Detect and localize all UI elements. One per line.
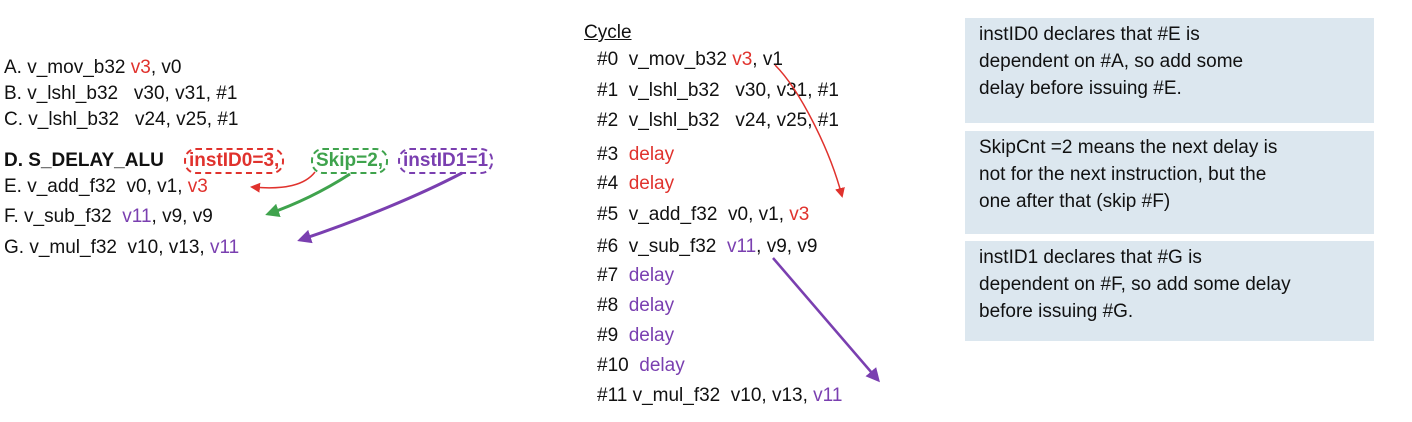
arrow-cycle6-to-cycle11	[772, 257, 880, 383]
arrow-skip-to-f	[265, 172, 351, 218]
arrow-cycle0-to-cycle5	[774, 64, 845, 198]
arrow-instid1-to-g	[297, 171, 463, 244]
arrow-instid0-to-e	[250, 171, 316, 193]
arrows-layer	[250, 64, 880, 383]
